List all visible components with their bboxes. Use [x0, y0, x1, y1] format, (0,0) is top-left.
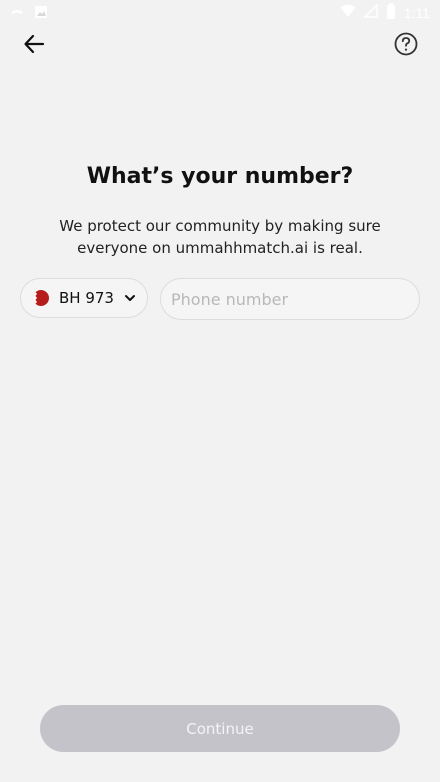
page-subtitle: We protect our community by making sure … [59, 217, 381, 257]
phone-number-input[interactable] [160, 278, 420, 320]
help-button[interactable] [390, 30, 422, 62]
image-icon [34, 4, 48, 23]
status-time: 1:11 [403, 5, 430, 21]
continue-button[interactable]: Continue [40, 705, 400, 752]
country-code-select[interactable]: BH 973 [20, 278, 148, 318]
country-code-label: BH 973 [59, 289, 114, 307]
status-bar: 1:11 [0, 0, 440, 24]
status-right-icons: 1:11 [340, 3, 430, 23]
bahrain-flag-icon [33, 290, 49, 306]
back-button[interactable] [18, 30, 50, 62]
help-circle-icon [393, 31, 419, 61]
battery-icon [386, 3, 396, 23]
wifi-icon [340, 4, 356, 22]
status-left-icons [10, 4, 48, 23]
arrow-left-icon [23, 33, 45, 59]
notification-icon [10, 4, 24, 23]
chevron-down-icon [124, 294, 136, 302]
top-bar [0, 28, 440, 64]
signal-icon [363, 3, 378, 22]
page-title: What’s your number? [86, 164, 354, 189]
